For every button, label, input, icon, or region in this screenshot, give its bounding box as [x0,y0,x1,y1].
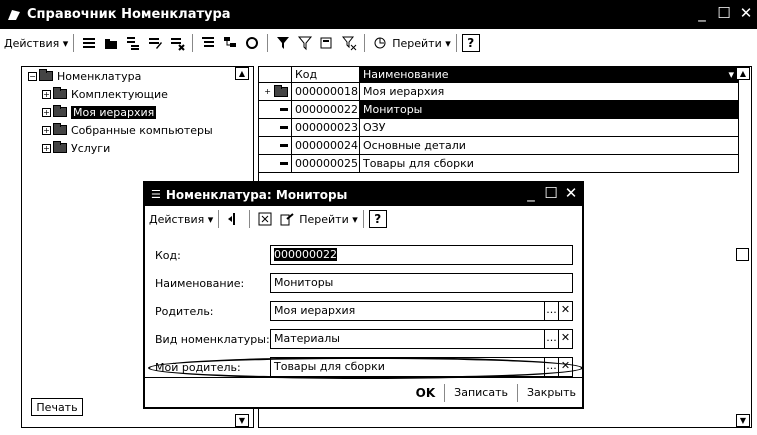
table-row[interactable]: 000000023 ОЗУ [259,119,739,137]
folder-icon [53,141,67,153]
tree-item-assembled-computers[interactable]: + Собранные компьютеры [42,121,213,139]
tree-item-my-hierarchy[interactable]: + Моя иерархия [42,103,157,121]
dialog-title: Номенклатура: Мониторы [165,187,348,202]
toolbar-separator [73,34,75,52]
add-group-icon[interactable] [101,33,121,53]
main-window-title: Справочник Номенклатура [27,7,231,22]
hierarchy-icon[interactable] [198,33,218,53]
table-row[interactable]: 000000022 Мониторы [259,101,739,119]
expand-icon[interactable]: + [42,125,51,135]
form-icon: ☰ [151,188,161,201]
dialog-minimize-button[interactable]: _ [524,185,538,201]
dialog-goto-menu[interactable]: Перейти ▾ [299,213,358,226]
kind-label: Вид номенклатуры: [155,333,270,346]
dialog-close-button[interactable]: ✕ [564,185,578,201]
clear-icon[interactable]: ✕ [558,302,572,320]
close-button[interactable]: ✕ [739,5,753,21]
dialog-footer: OK Записать Закрыть [145,377,582,407]
column-header-code[interactable]: Код [292,67,360,82]
main-toolbar: Действия ▾ Перейти ▾ ? [0,31,757,55]
folder-icon [274,84,288,97]
table-row[interactable]: 000000024 Основные детали [259,137,739,155]
sort-arrow-icon: ▾ [728,68,734,81]
select-button[interactable]: ... [544,358,558,376]
folder-icon [39,69,53,81]
maximize-button[interactable]: ☐ [717,5,731,21]
add-icon[interactable] [79,33,99,53]
ok-button[interactable]: OK [416,386,436,400]
expand-group-icon[interactable]: + [264,83,271,100]
folder-icon [53,87,67,99]
code-label: Код: [155,249,181,262]
kind-field[interactable]: Материалы ... ✕ [270,329,573,349]
code-field[interactable]: 000000022 [270,245,573,265]
my-parent-field[interactable]: Товары для сборки ... ✕ [270,357,573,377]
reread-icon[interactable] [255,209,275,229]
edit-icon[interactable] [145,33,165,53]
app-icon [8,9,20,20]
scroll-up-arrow-icon[interactable]: ▲ [235,67,249,80]
tree-item-label: Номенклатура [57,69,142,83]
list-scroll-down-icon[interactable]: ▼ [736,414,750,427]
scroll-down-arrow-icon[interactable]: ▼ [235,414,249,427]
goto-menu[interactable]: Перейти ▾ [392,37,451,50]
refresh-icon[interactable] [242,33,262,53]
item-icon [280,126,288,129]
select-button[interactable]: ... [544,302,558,320]
actions-menu[interactable]: Действия ▾ [4,37,68,50]
my-parent-label: Мой родитель: [155,361,241,374]
expand-icon[interactable]: + [42,89,51,99]
list-header: Код Наименование ▾ [259,67,739,83]
tree-icon[interactable] [220,33,240,53]
name-field[interactable]: Мониторы [270,273,573,293]
save-button[interactable]: Записать [454,386,508,399]
list-scroll-up-icon[interactable]: ▲ [736,67,750,80]
item-icon [280,144,288,147]
dialog-help-button[interactable]: ? [368,210,387,228]
tree-item-label: Услуги [71,141,111,155]
delete-icon[interactable] [167,33,187,53]
dialog-maximize-button[interactable]: ☐ [544,185,558,201]
tree-item-components[interactable]: + Комплектующие [42,85,168,103]
dialog-titlebar: ☰ Номенклатура: Мониторы _ ☐ ✕ [145,183,582,206]
help-button[interactable]: ? [461,34,480,52]
minimize-button[interactable]: _ [695,5,709,21]
filter-set-icon[interactable] [295,33,315,53]
tree-item-services[interactable]: + Услуги [42,139,110,157]
tree-item-label: Моя иерархия [71,105,157,119]
tree-item-label: Комплектующие [71,87,168,101]
dialog-actions-menu[interactable]: Действия ▾ [149,213,213,226]
parent-field[interactable]: Моя иерархия ... ✕ [270,301,573,321]
collapse-icon[interactable]: − [28,71,37,81]
clear-icon[interactable]: ✕ [558,358,572,376]
save-close-icon[interactable] [224,209,244,229]
print-button[interactable]: Печать [31,398,83,416]
scrollbar-thumb[interactable] [736,248,749,261]
close-dialog-button[interactable]: Закрыть [527,386,576,399]
column-header-name[interactable]: Наименование ▾ [360,67,739,82]
tree-item-nomenclature[interactable]: − Номенклатура [28,67,141,85]
filter-list-icon[interactable] [317,33,337,53]
dialog-toolbar: Действия ▾ Перейти ▾ ? [145,206,582,232]
expand-icon[interactable]: + [42,143,51,153]
filter-clear-icon[interactable] [339,33,359,53]
table-row[interactable]: + 000000018 Моя иерархия [259,83,739,101]
folder-icon [53,105,67,117]
parent-label: Родитель: [155,305,214,318]
expand-icon[interactable]: + [42,107,51,117]
folder-icon [53,123,67,135]
item-icon [280,108,288,111]
goto-icon[interactable] [370,33,390,53]
main-window-titlebar: Справочник Номенклатура _ ☐ ✕ [0,0,757,29]
tree-item-label: Собранные компьютеры [71,123,213,137]
select-button[interactable]: ... [544,330,558,348]
table-row[interactable]: 000000025 Товары для сборки [259,155,739,173]
copy-icon[interactable] [123,33,143,53]
goto-icon[interactable] [277,209,297,229]
filter-icon[interactable] [273,33,293,53]
clear-icon[interactable]: ✕ [558,330,572,348]
name-label: Наименование: [155,277,245,290]
item-icon [280,162,288,165]
item-dialog: ☰ Номенклатура: Мониторы _ ☐ ✕ Действия … [143,181,584,409]
